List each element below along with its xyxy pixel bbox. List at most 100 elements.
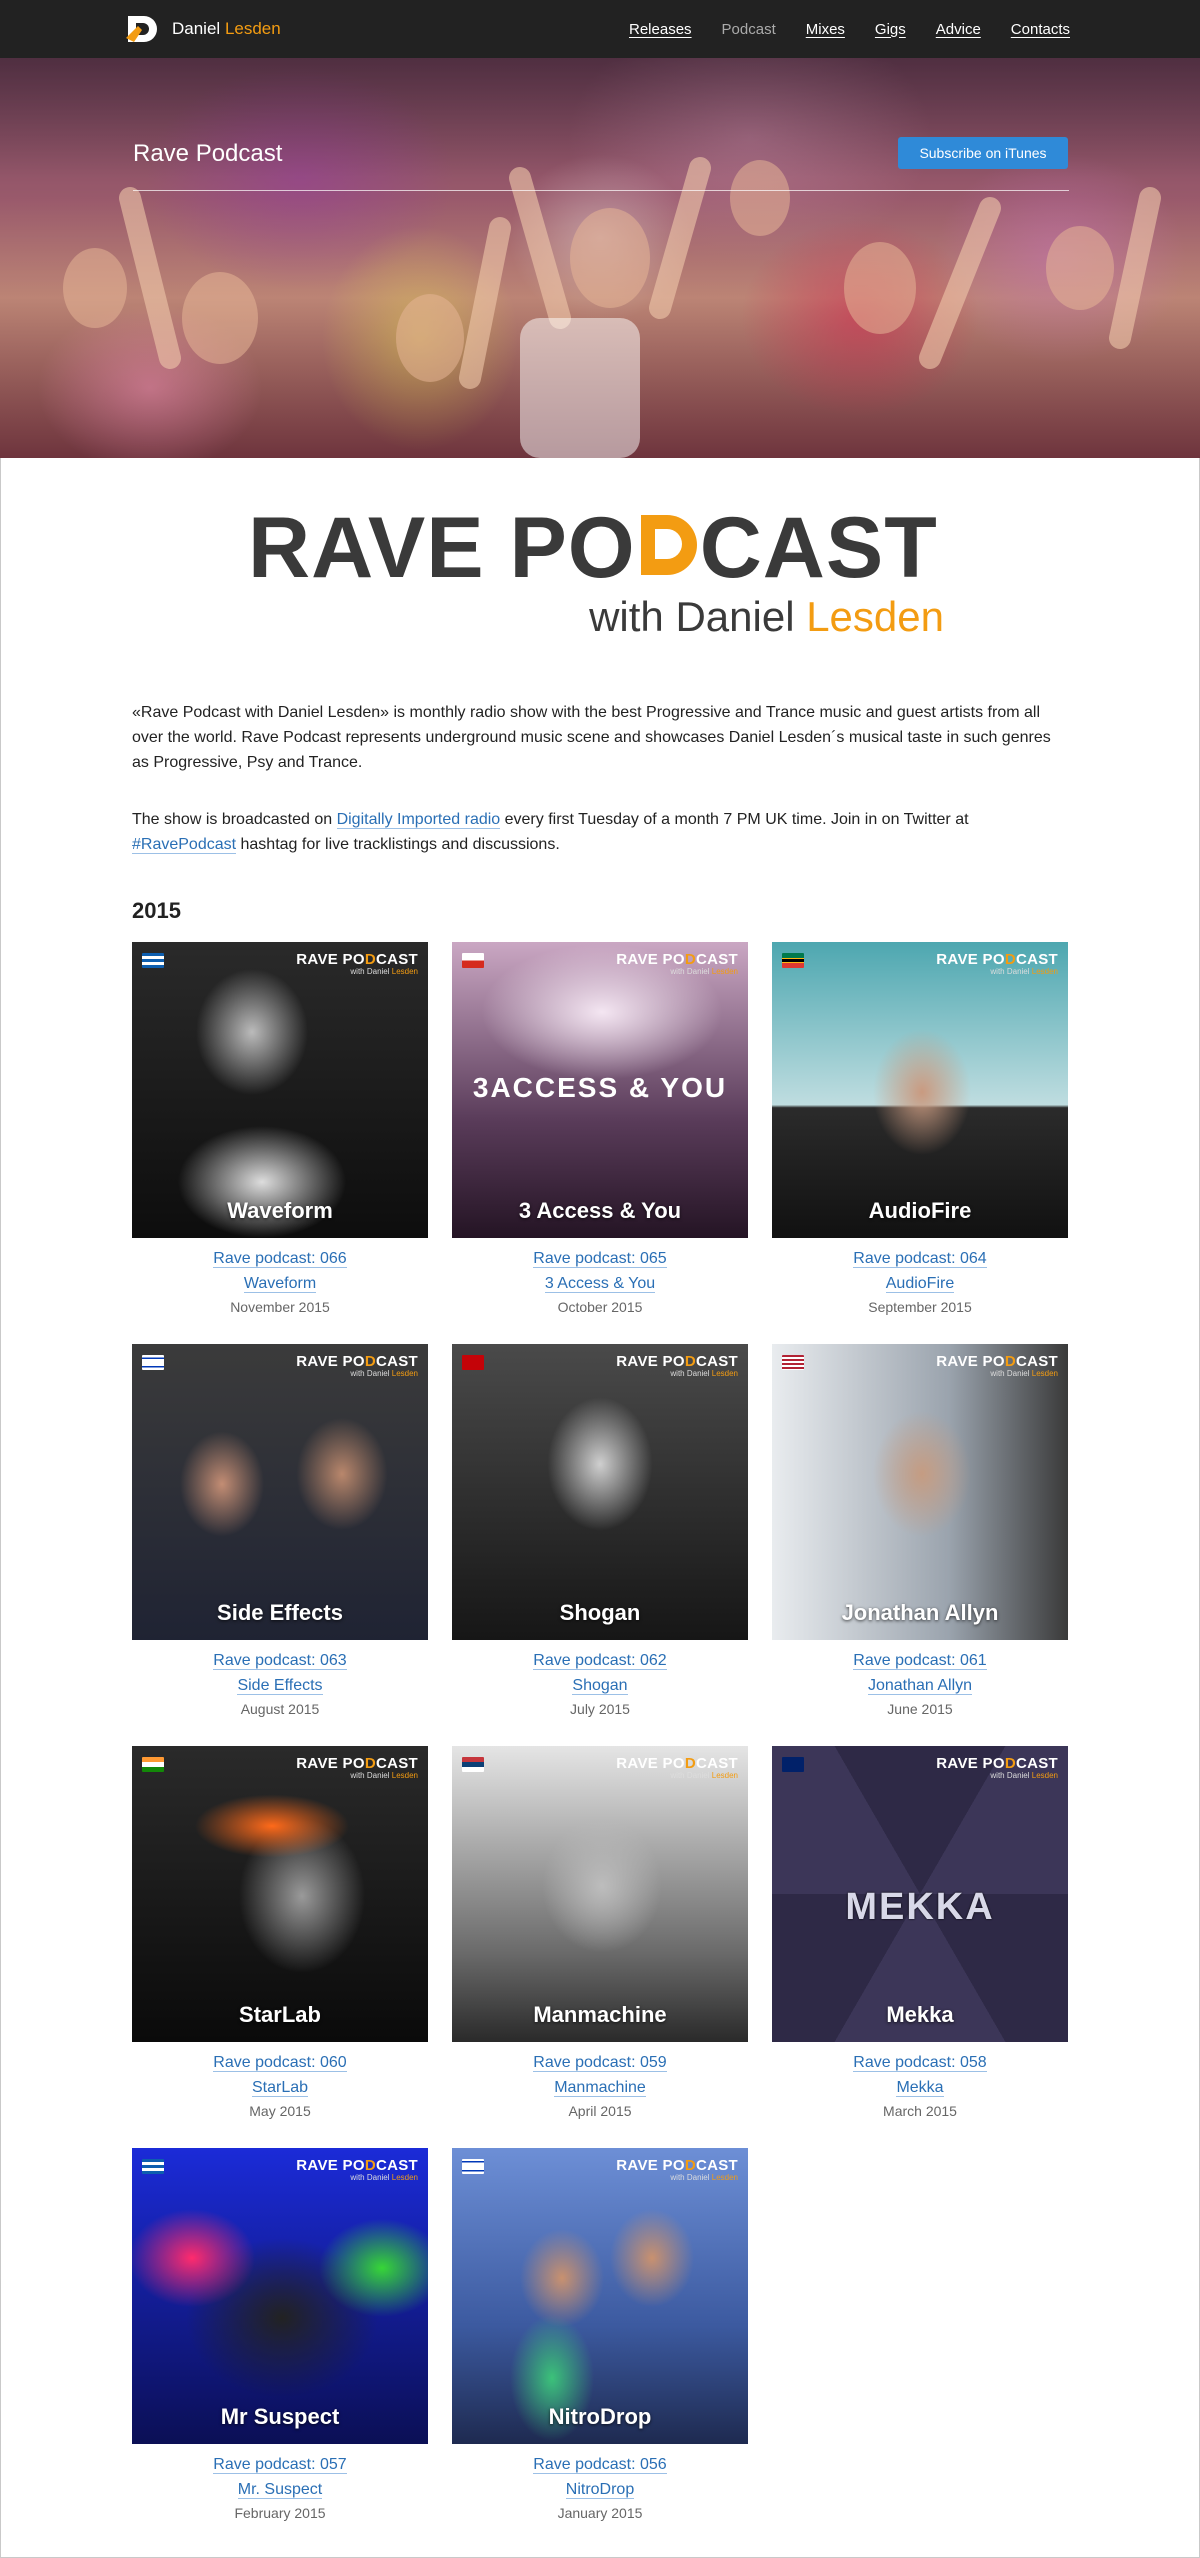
episode-date: January 2015 [557,2505,643,2521]
cover-logo: RAVE PODCAST with Daniel Lesden [936,1353,1058,1378]
cover-art-text: MEKKA [845,1886,995,1928]
podcast-meta: Rave podcast: 057 Mr. Suspect February 2… [132,2452,428,2521]
cover-caption: NitroDrop [548,2404,652,2429]
country-flag-icon [462,1757,484,1772]
crowd-illustration [63,157,1161,458]
podcast-cover[interactable]: RAVE PODCAST with Daniel Lesden NitroDro… [452,2148,748,2444]
page-title: Rave Podcast [133,140,283,167]
episode-link[interactable]: Rave podcast: 060 [132,2050,428,2075]
nav-podcast[interactable]: Podcast [722,21,776,38]
country-flag-icon [142,2159,164,2174]
podcast-card: RAVE PODCAST with Daniel Lesden Mr Suspe… [132,2148,428,2521]
nav-contacts[interactable]: Contacts [1011,21,1070,38]
nav-mixes[interactable]: Mixes [806,21,845,38]
country-flag-icon [142,953,164,968]
logo-first-name: Daniel [172,19,221,38]
podcast-cover[interactable]: RAVE PODCAST with Daniel Lesden Manmachi… [452,1746,748,2042]
podcast-card: RAVE PODCAST with Daniel Lesden Manmachi… [452,1746,748,2119]
episode-link[interactable]: Rave podcast: 056 [452,2452,748,2477]
podcast-meta: Rave podcast: 061 Jonathan Allyn June 20… [772,1648,1068,1717]
artist-link[interactable]: Mekka [772,2075,1068,2100]
podcast-meta: Rave podcast: 066 Waveform November 2015 [132,1246,428,1315]
artist-link[interactable]: Side Effects [132,1673,428,1698]
episode-link[interactable]: Rave podcast: 063 [132,1648,428,1673]
artist-link[interactable]: Waveform [132,1271,428,1296]
artist-link[interactable]: NitroDrop [452,2477,748,2502]
cover-logo: RAVE PODCAST with Daniel Lesden [616,951,738,976]
top-navigation: Daniel Lesden Releases Podcast Mixes Gig… [0,0,1200,58]
cover-logo: RAVE PODCAST with Daniel Lesden [616,2157,738,2182]
podcast-card: RAVE PODCAST with Daniel Lesden StarLab … [132,1746,428,2119]
cover-caption: Mekka [886,2002,954,2027]
artist-link[interactable]: Manmachine [452,2075,748,2100]
episode-link[interactable]: Rave podcast: 062 [452,1648,748,1673]
episode-link[interactable]: Rave podcast: 064 [772,1246,1068,1271]
artist-link[interactable]: AudioFire [772,1271,1068,1296]
episode-link[interactable]: Rave podcast: 066 [132,1246,428,1271]
digitally-imported-link[interactable]: Digitally Imported radio [336,811,501,829]
site-logo[interactable]: Daniel Lesden [124,10,281,48]
podcast-card: RAVE PODCAST with Daniel Lesden 3ACCESS … [452,942,748,1315]
episode-link[interactable]: Rave podcast: 059 [452,2050,748,2075]
podcast-cover[interactable]: RAVE PODCAST with Daniel Lesden StarLab [132,1746,428,2042]
logo-d-icon [637,515,699,579]
cover-caption: Waveform [227,1198,333,1223]
cover-logo: RAVE PODCAST with Daniel Lesden [296,2157,418,2182]
cover-caption: Jonathan Allyn [841,1600,999,1625]
country-flag-icon [782,1757,804,1772]
cover-logo: RAVE PODCAST with Daniel Lesden [296,1755,418,1780]
podcast-cover[interactable]: RAVE PODCAST with Daniel Lesden Side Eff… [132,1344,428,1640]
logo-d-icon [124,12,164,46]
cover-caption: Mr Suspect [220,2404,340,2429]
podcast-meta: Rave podcast: 059 Manmachine April 2015 [452,2050,748,2119]
nav-releases[interactable]: Releases [629,21,692,38]
podcast-cover[interactable]: RAVE PODCAST with Daniel Lesden Mr Suspe… [132,2148,428,2444]
cover-logo: RAVE PODCAST with Daniel Lesden [296,1353,418,1378]
cover-logo: RAVE PODCAST with Daniel Lesden [936,951,1058,976]
podcast-cover[interactable]: RAVE PODCAST with Daniel Lesden Jonathan… [772,1344,1068,1640]
podcast-card: RAVE PODCAST with Daniel Lesden MEKKA Me… [772,1746,1068,2119]
podcast-card: RAVE PODCAST with Daniel Lesden Shogan R… [452,1344,748,1717]
cover-caption: AudioFire [868,1198,972,1223]
intro-paragraph-1: «Rave Podcast with Daniel Lesden» is mon… [132,704,1051,771]
nav-gigs[interactable]: Gigs [875,21,906,38]
podcast-cover[interactable]: RAVE PODCAST with Daniel Lesden 3ACCESS … [452,942,748,1238]
artist-link[interactable]: Shogan [452,1673,748,1698]
logo-line-1-b: CAST [699,500,938,596]
podcast-card: RAVE PODCAST with Daniel Lesden Jonathan… [772,1344,1068,1717]
podcast-cover[interactable]: RAVE PODCAST with Daniel Lesden Shogan [452,1344,748,1640]
podcast-meta: Rave podcast: 062 Shogan July 2015 [452,1648,748,1717]
artist-link[interactable]: Mr. Suspect [132,2477,428,2502]
podcast-meta: Rave podcast: 065 3 Access & You October… [452,1246,748,1315]
cover-caption: Shogan [559,1600,641,1625]
nav-advice[interactable]: Advice [936,21,981,38]
country-flag-icon [462,953,484,968]
episode-link[interactable]: Rave podcast: 065 [452,1246,748,1271]
episode-date: October 2015 [557,1299,643,1315]
episode-date: September 2015 [868,1299,972,1315]
podcast-card: RAVE PODCAST with Daniel Lesden AudioFir… [772,942,1068,1315]
cover-caption: Manmachine [533,2002,667,2027]
podcast-meta: Rave podcast: 064 AudioFire September 20… [772,1246,1068,1315]
subscribe-itunes-button[interactable]: Subscribe on iTunes [898,137,1068,169]
episode-link[interactable]: Rave podcast: 058 [772,2050,1068,2075]
artist-link[interactable]: StarLab [132,2075,428,2100]
intro-paragraph-2: The show is broadcasted on Digitally Imp… [132,807,1068,857]
podcast-cover[interactable]: RAVE PODCAST with Daniel Lesden Waveform [132,942,428,1238]
episode-date: November 2015 [230,1299,330,1315]
logo-line-1-a: RAVE PO [248,500,636,596]
episode-link[interactable]: Rave podcast: 057 [132,2452,428,2477]
country-flag-icon [462,2159,484,2174]
episode-date: May 2015 [249,2103,311,2119]
year-heading: 2015 [132,898,181,923]
podcast-meta: Rave podcast: 060 StarLab May 2015 [132,2050,428,2119]
episode-link[interactable]: Rave podcast: 061 [772,1648,1068,1673]
cover-logo: RAVE PODCAST with Daniel Lesden [616,1353,738,1378]
artist-link[interactable]: 3 Access & You [452,1271,748,1296]
podcast-cover[interactable]: RAVE PODCAST with Daniel Lesden AudioFir… [772,942,1068,1238]
episode-date: February 2015 [234,2505,326,2521]
artist-link[interactable]: Jonathan Allyn [772,1673,1068,1698]
podcast-cover[interactable]: RAVE PODCAST with Daniel Lesden MEKKA Me… [772,1746,1068,2042]
hashtag-link[interactable]: #RavePodcast [132,836,237,854]
logo-last-name: Lesden [224,19,281,38]
